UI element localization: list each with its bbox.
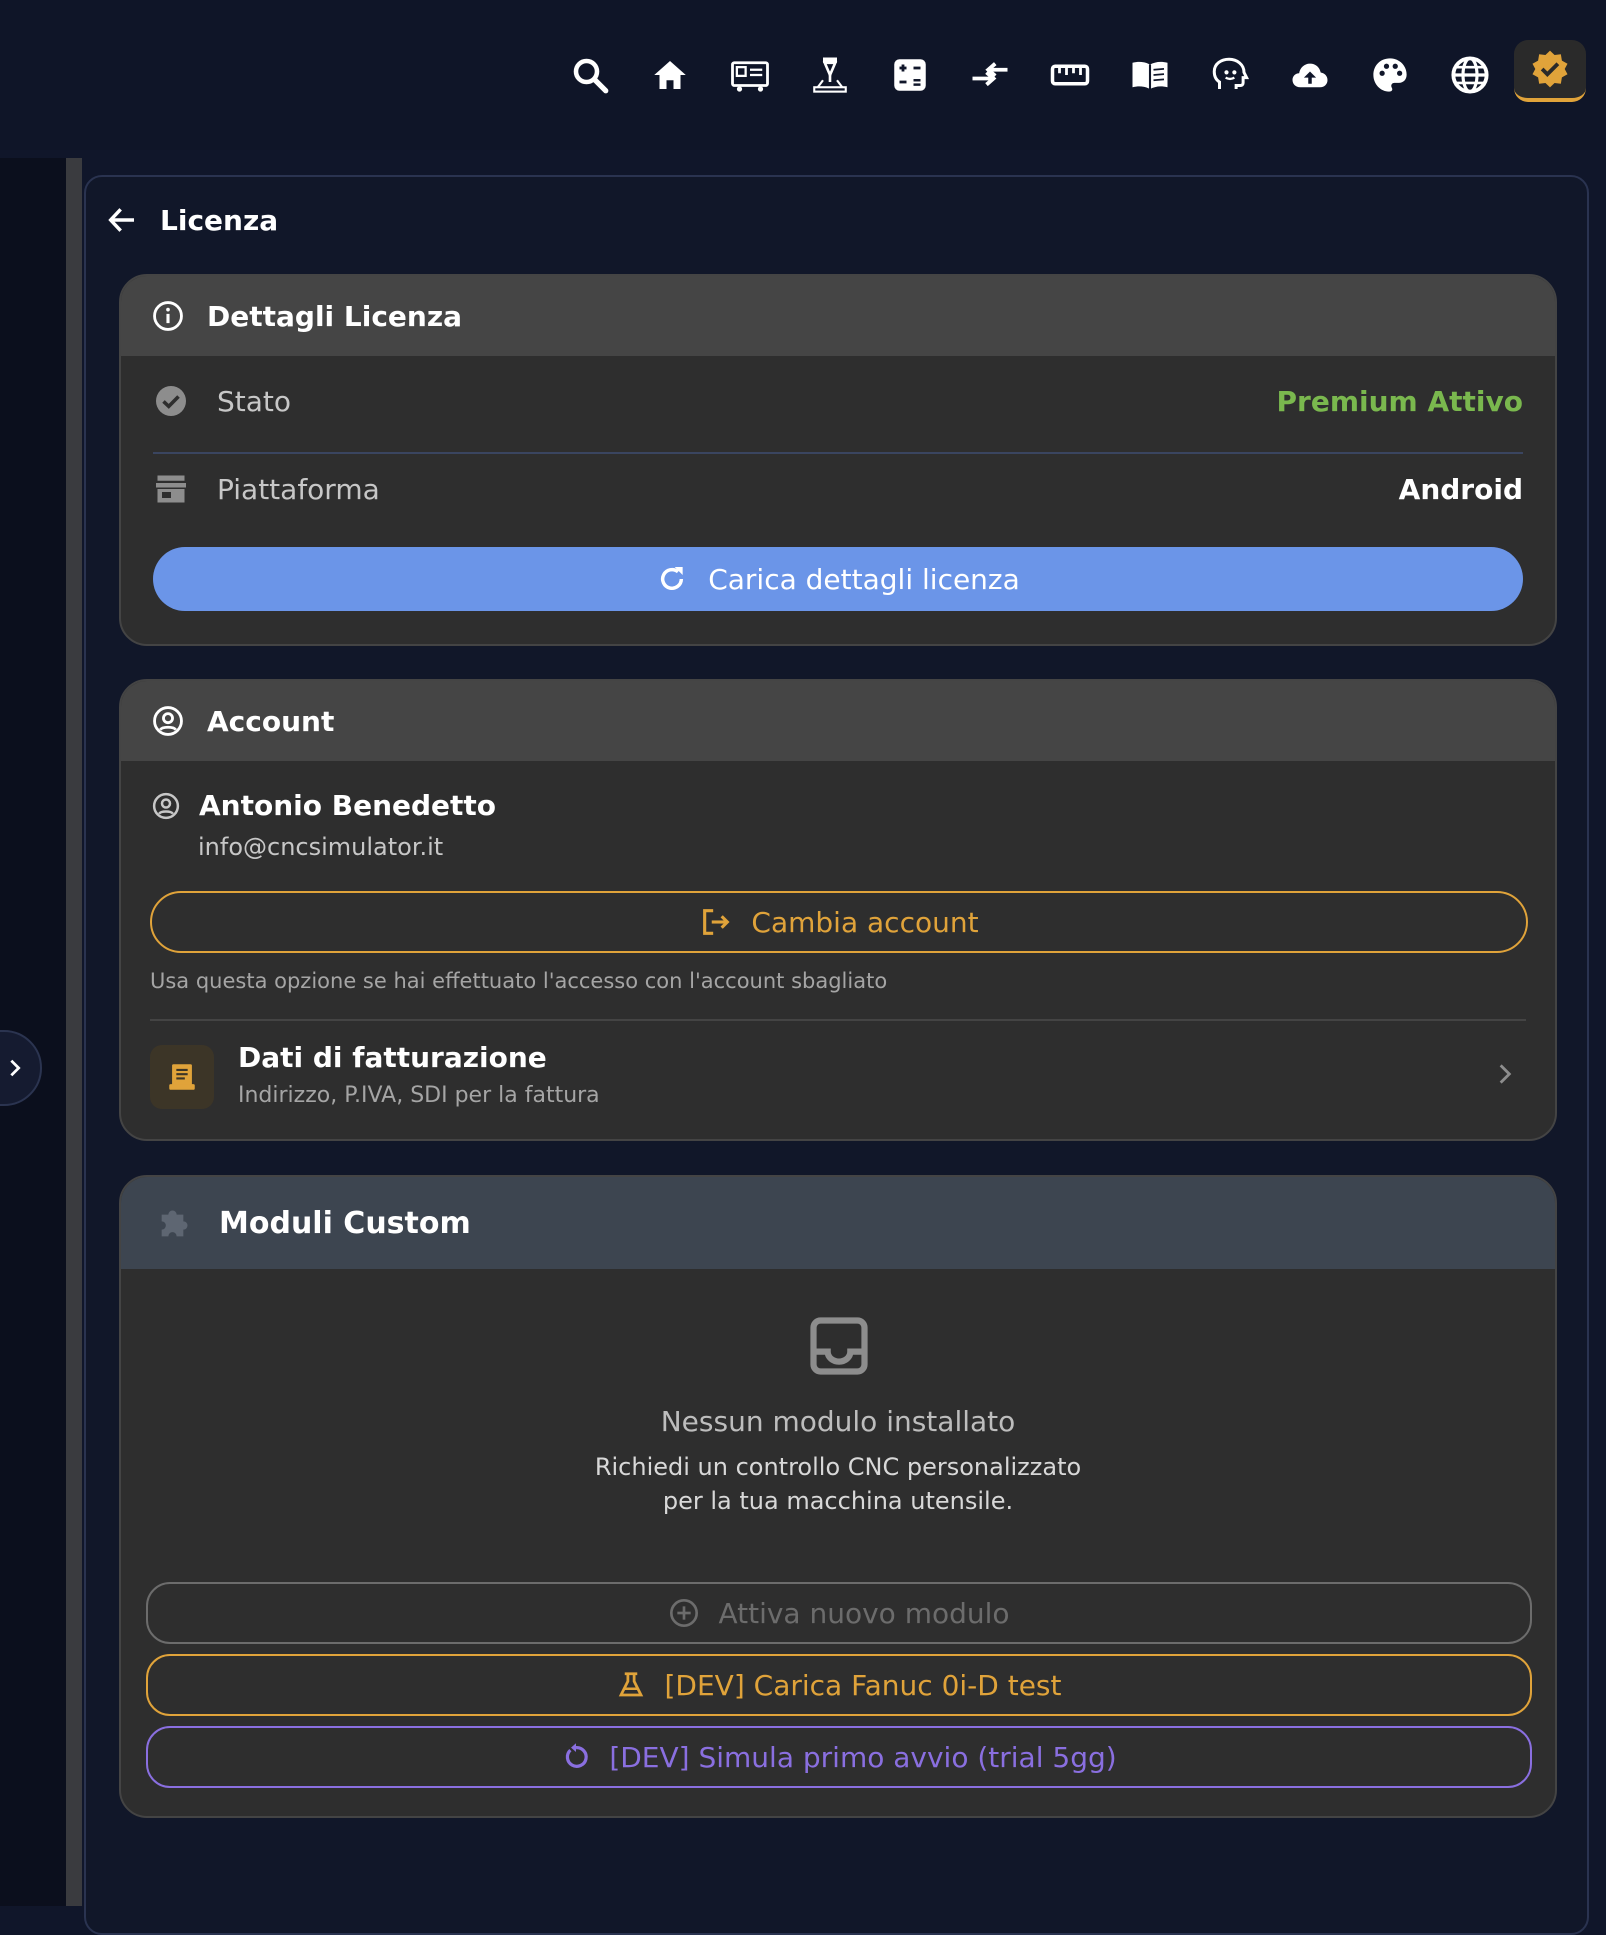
receipt-icon xyxy=(150,1045,214,1109)
status-row: Stato Premium Attivo xyxy=(153,366,1523,436)
billing-data-item[interactable]: Dati di fatturazione Indirizzo, P.IVA, S… xyxy=(150,1041,1526,1111)
account-divider xyxy=(150,1019,1526,1021)
page-title: Licenza xyxy=(160,203,279,237)
palette-icon[interactable] xyxy=(1355,40,1425,110)
convert-icon[interactable] xyxy=(955,40,1025,110)
cloud-upload-icon[interactable] xyxy=(1275,40,1345,110)
user-email: info@cncsimulator.it xyxy=(198,833,444,861)
avatar xyxy=(151,791,181,821)
chevron-right-icon xyxy=(10,1059,21,1077)
license-details-title: Dettagli Licenza xyxy=(207,299,463,333)
switch-account-hint: Usa questa opzione se hai effettuato l'a… xyxy=(150,969,888,993)
check-circle-icon xyxy=(153,383,189,419)
refresh-icon xyxy=(656,563,688,595)
inbox-icon xyxy=(805,1312,873,1380)
laser-icon[interactable] xyxy=(795,40,865,110)
dev-load-fanuc-label: [DEV] Carica Fanuc 0i-D test xyxy=(664,1668,1062,1702)
billing-title: Dati di fatturazione xyxy=(238,1041,547,1074)
side-rail-divider xyxy=(66,158,82,1906)
platform-row: Piattaforma Android xyxy=(153,454,1523,524)
activate-module-label: Attiva nuovo modulo xyxy=(718,1596,1010,1630)
top-toolbar xyxy=(0,0,1606,150)
search-icon[interactable] xyxy=(555,40,625,110)
license-details-header: Dettagli Licenza xyxy=(121,276,1555,356)
user-name-row: Antonio Benedetto xyxy=(151,789,496,822)
info-icon xyxy=(151,299,185,333)
puzzle-icon xyxy=(155,1203,195,1243)
status-label: Stato xyxy=(217,384,292,418)
add-circle-icon xyxy=(668,1597,700,1629)
machine-icon[interactable] xyxy=(715,40,785,110)
status-value: Premium Attivo xyxy=(1276,384,1523,418)
switch-account-label: Cambia account xyxy=(751,905,979,939)
account-circle-icon xyxy=(151,704,185,738)
panel-header: Licenza xyxy=(106,195,278,245)
activate-module-button[interactable]: Attiva nuovo modulo xyxy=(146,1582,1532,1644)
reload-license-label: Carica dettagli licenza xyxy=(708,562,1020,596)
account-title: Account xyxy=(207,704,335,738)
dev-simulate-trial-label: [DEV] Simula primo avvio (trial 5gg) xyxy=(609,1740,1117,1774)
home-icon[interactable] xyxy=(635,40,705,110)
empty-state-line2: per la tua macchina utensile. xyxy=(662,1487,1014,1515)
account-header: Account xyxy=(121,681,1555,761)
platform-value: Android xyxy=(1398,472,1523,506)
license-details-card: Dettagli Licenza Stato Premium Attivo Pi… xyxy=(119,274,1557,646)
user-name: Antonio Benedetto xyxy=(199,789,497,822)
dev-simulate-trial-button[interactable]: [DEV] Simula primo avvio (trial 5gg) xyxy=(146,1726,1532,1788)
book-icon[interactable] xyxy=(1115,40,1185,110)
custom-modules-title: Moduli Custom xyxy=(219,1205,471,1241)
account-card: Account Antonio Benedetto info@cncsimula… xyxy=(119,679,1557,1141)
ai-assistant-icon[interactable] xyxy=(1195,40,1265,110)
switch-account-button[interactable]: Cambia account xyxy=(150,891,1528,953)
empty-state-title: Nessun modulo installato xyxy=(660,1405,1016,1438)
calculator-icon[interactable] xyxy=(875,40,945,110)
store-icon xyxy=(153,471,189,507)
license-panel: Licenza Dettagli Licenza Stato Premium A… xyxy=(84,175,1589,1935)
back-arrow-icon[interactable] xyxy=(106,204,138,236)
flask-icon xyxy=(616,1670,646,1700)
chevron-right-icon xyxy=(1492,1061,1518,1087)
logout-icon xyxy=(699,905,733,939)
billing-subtitle: Indirizzo, P.IVA, SDI per la fattura xyxy=(238,1083,600,1108)
custom-modules-header: Moduli Custom xyxy=(121,1177,1555,1269)
empty-state-line1: Richiedi un controllo CNC personalizzato xyxy=(594,1453,1082,1481)
globe-icon[interactable] xyxy=(1435,40,1505,110)
dev-load-fanuc-button[interactable]: [DEV] Carica Fanuc 0i-D test xyxy=(146,1654,1532,1716)
reload-license-button[interactable]: Carica dettagli licenza xyxy=(153,547,1523,611)
restart-icon xyxy=(561,1742,591,1772)
custom-modules-card: Moduli Custom Nessun modulo installato R… xyxy=(119,1175,1557,1818)
platform-label: Piattaforma xyxy=(217,472,380,506)
ruler-icon[interactable] xyxy=(1035,40,1105,110)
license-badge-icon[interactable] xyxy=(1514,40,1586,102)
